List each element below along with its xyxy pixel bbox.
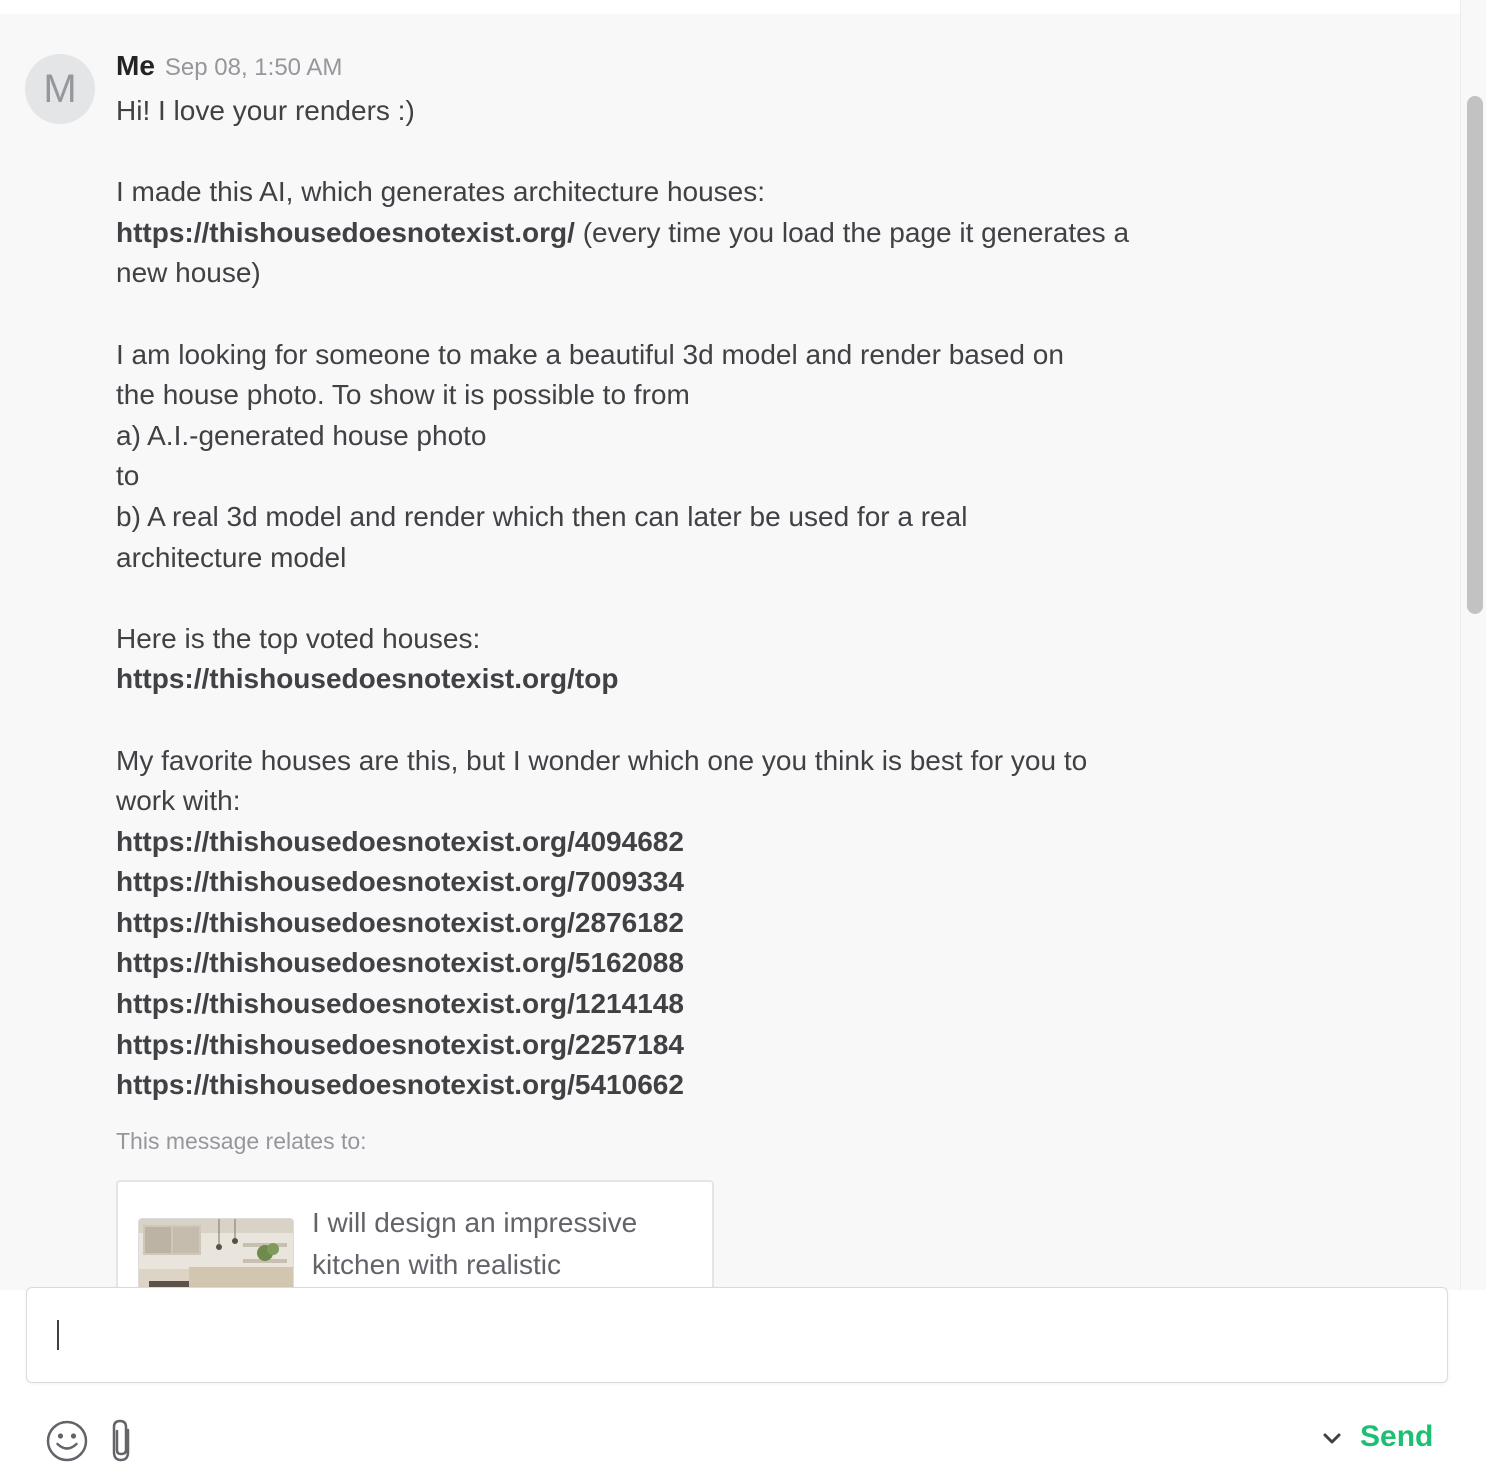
sender-name: Me xyxy=(116,50,155,81)
top-bar xyxy=(0,0,1460,14)
message-line: https://thishousedoesnotexist.org/top xyxy=(116,659,1236,700)
favorite-link[interactable]: https://thishousedoesnotexist.org/700933… xyxy=(116,866,684,897)
message-line: https://thishousedoesnotexist.org/409468… xyxy=(116,822,1236,863)
main-link[interactable]: https://thishousedoesnotexist.org/ xyxy=(116,217,575,248)
message-line: a) A.I.-generated house photo xyxy=(116,419,487,451)
message-line: new house) xyxy=(116,257,261,289)
message-body: Hi! I love your renders :) I made this A… xyxy=(116,91,1236,1106)
related-gig-card[interactable]: I will design an impressive kitchen with… xyxy=(116,1180,714,1290)
message-line: https://thishousedoesnotexist.org/121414… xyxy=(116,984,1236,1025)
message-line: to xyxy=(116,460,140,492)
message-header: Me Sep 08, 1:50 AM xyxy=(116,50,342,82)
message-composer[interactable] xyxy=(26,1287,1448,1383)
paperclip-icon[interactable] xyxy=(108,1418,136,1464)
message-line: Hi! I love your renders :) xyxy=(116,95,415,126)
message-line: I made this AI, which generates architec… xyxy=(116,176,766,208)
avatar[interactable]: M xyxy=(25,54,95,124)
message-thread: M Me Sep 08, 1:50 AM Hi! I love your ren… xyxy=(0,14,1460,1290)
message-line: Here is the top voted houses: xyxy=(116,622,481,654)
message-line: https://thishousedoesnotexist.org/ (ever… xyxy=(116,213,1236,254)
gig-thumbnail xyxy=(138,1218,294,1290)
main-link-suffix: (every time you load the page it generat… xyxy=(574,216,1130,248)
message-line: the house photo. To show it is possible … xyxy=(116,379,690,411)
message-line: I am looking for someone to make a beaut… xyxy=(116,338,1064,370)
message-line: b) A real 3d model and render which then… xyxy=(116,500,968,532)
message-input[interactable] xyxy=(27,1288,1447,1382)
emoji-icon[interactable] xyxy=(45,1419,89,1463)
message-line: https://thishousedoesnotexist.org/225718… xyxy=(116,1025,1236,1066)
chevron-down-icon[interactable] xyxy=(1320,1426,1344,1450)
favorite-link[interactable]: https://thishousedoesnotexist.org/516208… xyxy=(116,947,684,978)
message-line: My favorite houses are this, but I wonde… xyxy=(116,744,1088,776)
top-link[interactable]: https://thishousedoesnotexist.org/top xyxy=(116,663,618,694)
message-line: https://thishousedoesnotexist.org/700933… xyxy=(116,862,1236,903)
send-button[interactable]: Send xyxy=(1360,1420,1433,1454)
message-timestamp: Sep 08, 1:50 AM xyxy=(164,54,343,81)
message-line: work with: xyxy=(116,785,241,817)
favorite-link[interactable]: https://thishousedoesnotexist.org/541066… xyxy=(116,1069,684,1100)
favorite-link[interactable]: https://thishousedoesnotexist.org/287618… xyxy=(116,907,684,938)
scrollbar[interactable] xyxy=(1460,0,1486,1290)
favorite-link[interactable]: https://thishousedoesnotexist.org/225718… xyxy=(116,1029,684,1060)
message-line: https://thishousedoesnotexist.org/541066… xyxy=(116,1065,1236,1106)
message-line: architecture model xyxy=(116,541,347,573)
favorite-link[interactable]: https://thishousedoesnotexist.org/409468… xyxy=(116,826,684,857)
message-line: https://thishousedoesnotexist.org/516208… xyxy=(116,943,1236,984)
favorite-link[interactable]: https://thishousedoesnotexist.org/121414… xyxy=(116,988,684,1019)
message-line: https://thishousedoesnotexist.org/287618… xyxy=(116,903,1236,944)
relates-label: This message relates to: xyxy=(116,1128,367,1154)
gig-title: I will design an impressive kitchen with… xyxy=(312,1207,638,1280)
scrollbar-thumb[interactable] xyxy=(1467,96,1483,614)
